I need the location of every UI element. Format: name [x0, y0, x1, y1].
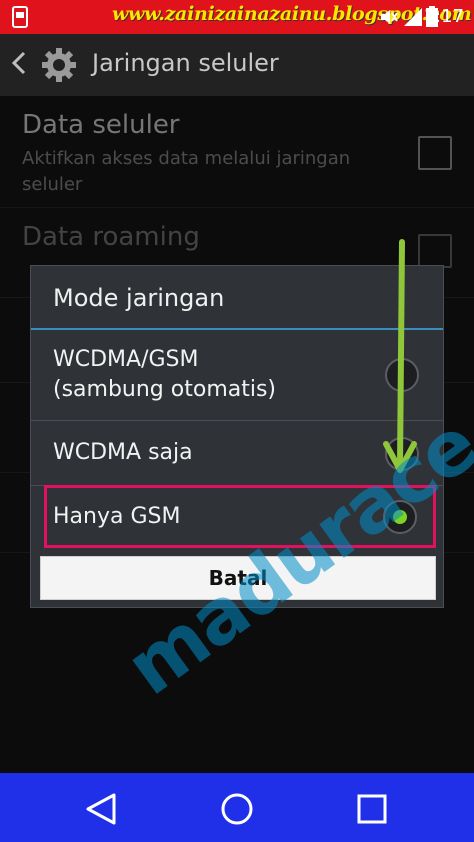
- dialog-title: Mode jaringan: [53, 284, 225, 312]
- back-chevron-icon[interactable]: [8, 48, 30, 78]
- nav-back-icon[interactable]: [82, 789, 122, 829]
- nav-home-icon[interactable]: [217, 789, 257, 829]
- page-title: Jaringan seluler: [92, 49, 279, 77]
- nav-recents-icon[interactable]: [352, 789, 392, 829]
- action-bar: Jaringan seluler: [0, 34, 474, 96]
- status-bar: www.zainizainazainu.blogspot.com 1:17: [0, 0, 474, 34]
- notification-icon: [10, 6, 30, 34]
- navigation-bar: [0, 773, 474, 842]
- option-wcdma-gsm-label-1: WCDMA/GSM: [53, 347, 199, 372]
- option-wcdma-gsm-label-2: (sambung otomatis): [53, 377, 277, 402]
- option-wcdma-only-label: WCDMA saja: [53, 440, 193, 465]
- mute-icon: [378, 6, 398, 34]
- clock: 1:17: [423, 6, 464, 27]
- settings-gear-icon: [40, 46, 78, 84]
- signal-icon: [403, 6, 423, 34]
